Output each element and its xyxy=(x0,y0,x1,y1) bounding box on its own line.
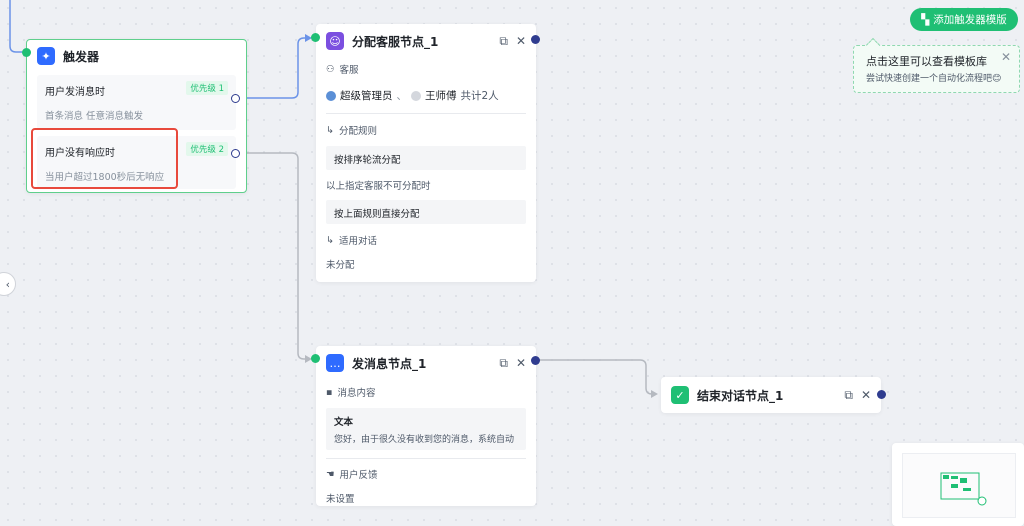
add-trigger-template-button[interactable]: ▚ 添加触发器模版 xyxy=(910,8,1018,31)
tip-title: 点击这里可以查看模板库 xyxy=(866,55,987,68)
chevron-left-icon: ‹ xyxy=(5,277,10,291)
feedback-label: 用户反馈 xyxy=(339,470,378,481)
assign-output-port[interactable] xyxy=(531,35,540,44)
content-label: 消息内容 xyxy=(337,388,376,399)
assign-node-title: 分配客服节点_1 xyxy=(352,34,439,49)
branch-icon: ↳ xyxy=(326,124,334,136)
minimap[interactable] xyxy=(892,443,1024,526)
add-trigger-template-label: 添加触发器模版 xyxy=(933,14,1007,26)
fallback-value: 按上面规则直接分配 xyxy=(326,200,526,224)
trigger-condition-1[interactable]: 用户发消息时 首条消息 任意消息触发 优先级 1 xyxy=(37,75,236,130)
copy-icon[interactable]: ⧉ xyxy=(499,34,508,49)
send-message-node[interactable]: … 发消息节点_1 ⧉ ✕ ▪ 消息内容 文本 您好，由于很久没有收到您的消息，… xyxy=(316,346,536,506)
content-type: 文本 xyxy=(334,417,354,428)
condition-desc: 首条消息 任意消息触发 xyxy=(45,111,144,122)
rule-label: 分配规则 xyxy=(338,126,377,137)
content-section-label: ▪ 消息内容 xyxy=(316,385,536,400)
message-node-title: 发消息节点_1 xyxy=(352,356,427,371)
tip-desc: 尝试快速创建一个自动化流程吧😊 xyxy=(866,74,1002,84)
agent-label: 客服 xyxy=(339,65,359,76)
avatar xyxy=(411,90,421,101)
trigger-node-header: ✦ 触发器 xyxy=(27,40,246,72)
agent-section-label: ⚇ 客服 xyxy=(316,62,536,77)
user-icon: ⚇ xyxy=(326,63,335,75)
agent-separator: 、 xyxy=(396,90,408,102)
trigger-input-port[interactable] xyxy=(22,48,31,57)
assign-node-header: ☺ 分配客服节点_1 ⧉ ✕ xyxy=(316,24,536,58)
assign-agent-node[interactable]: ☺ 分配客服节点_1 ⧉ ✕ ⚇ 客服 超级管理员 、 王师傅 共计2人 ↳ 分… xyxy=(316,24,536,282)
close-icon[interactable]: ✕ xyxy=(1001,50,1011,64)
check-circle-icon: ✓ xyxy=(671,386,689,404)
message-output-port[interactable] xyxy=(531,356,540,365)
divider xyxy=(326,458,526,459)
end-output-port[interactable] xyxy=(877,390,886,399)
scope-value: 未分配 xyxy=(326,260,355,271)
agent-icon: ☺ xyxy=(326,32,344,50)
rule-value: 按排序轮流分配 xyxy=(326,146,526,170)
content-text: 您好，由于很久没有收到您的消息，系统自动 xyxy=(334,435,515,445)
end-conversation-node[interactable]: ✓ 结束对话节点_1 ⧉ ✕ xyxy=(661,377,881,413)
scope-label: 适用对话 xyxy=(338,236,377,247)
assign-input-port[interactable] xyxy=(311,33,320,42)
message-node-header: … 发消息节点_1 ⧉ ✕ xyxy=(316,346,536,380)
message-icon: ▪ xyxy=(326,386,333,398)
minimap-preview xyxy=(940,472,987,506)
agent-name: 王师傅 xyxy=(425,90,457,102)
rule-section-label: ↳ 分配规则 xyxy=(316,123,536,138)
feedback-section-label: ☚ 用户反馈 xyxy=(316,467,536,482)
branch-icon: ↳ xyxy=(326,234,334,246)
feedback-value: 未设置 xyxy=(326,494,355,505)
message-content-box: 文本 您好，由于很久没有收到您的消息，系统自动 xyxy=(326,408,526,450)
close-icon[interactable]: ✕ xyxy=(516,356,526,370)
template-grid-icon: ▚ xyxy=(921,13,930,26)
priority-badge: 优先级 1 xyxy=(186,81,228,95)
agent-list: 超级管理员 、 王师傅 共计2人 xyxy=(316,88,536,103)
end-node-title: 结束对话节点_1 xyxy=(697,388,784,403)
copy-icon[interactable]: ⧉ xyxy=(499,356,508,371)
divider xyxy=(326,113,526,114)
highlight-box xyxy=(31,128,178,189)
hand-icon: ☚ xyxy=(326,468,335,480)
copy-icon[interactable]: ⧉ xyxy=(844,388,853,403)
priority-badge: 优先级 2 xyxy=(186,142,228,156)
message-input-port[interactable] xyxy=(311,354,320,363)
close-icon[interactable]: ✕ xyxy=(516,34,526,48)
close-icon[interactable]: ✕ xyxy=(861,388,871,402)
sparkle-icon: ✦ xyxy=(37,47,55,65)
agent-name: 超级管理员 xyxy=(340,90,393,102)
scope-section-label: ↳ 适用对话 xyxy=(316,233,536,248)
trigger-node-title: 触发器 xyxy=(63,49,100,64)
avatar xyxy=(326,90,336,101)
minimap-viewport xyxy=(902,453,1016,518)
chat-icon: … xyxy=(326,354,344,372)
fallback-text: 以上指定客服不可分配时 xyxy=(326,181,431,192)
end-node-header: ✓ 结束对话节点_1 ⧉ ✕ xyxy=(661,377,881,413)
condition-2-output-port[interactable] xyxy=(231,149,240,158)
agent-total: 共计2人 xyxy=(460,90,499,102)
template-tip-popover: 点击这里可以查看模板库 尝试快速创建一个自动化流程吧😊 ✕ xyxy=(853,37,1020,93)
condition-1-output-port[interactable] xyxy=(231,94,240,103)
